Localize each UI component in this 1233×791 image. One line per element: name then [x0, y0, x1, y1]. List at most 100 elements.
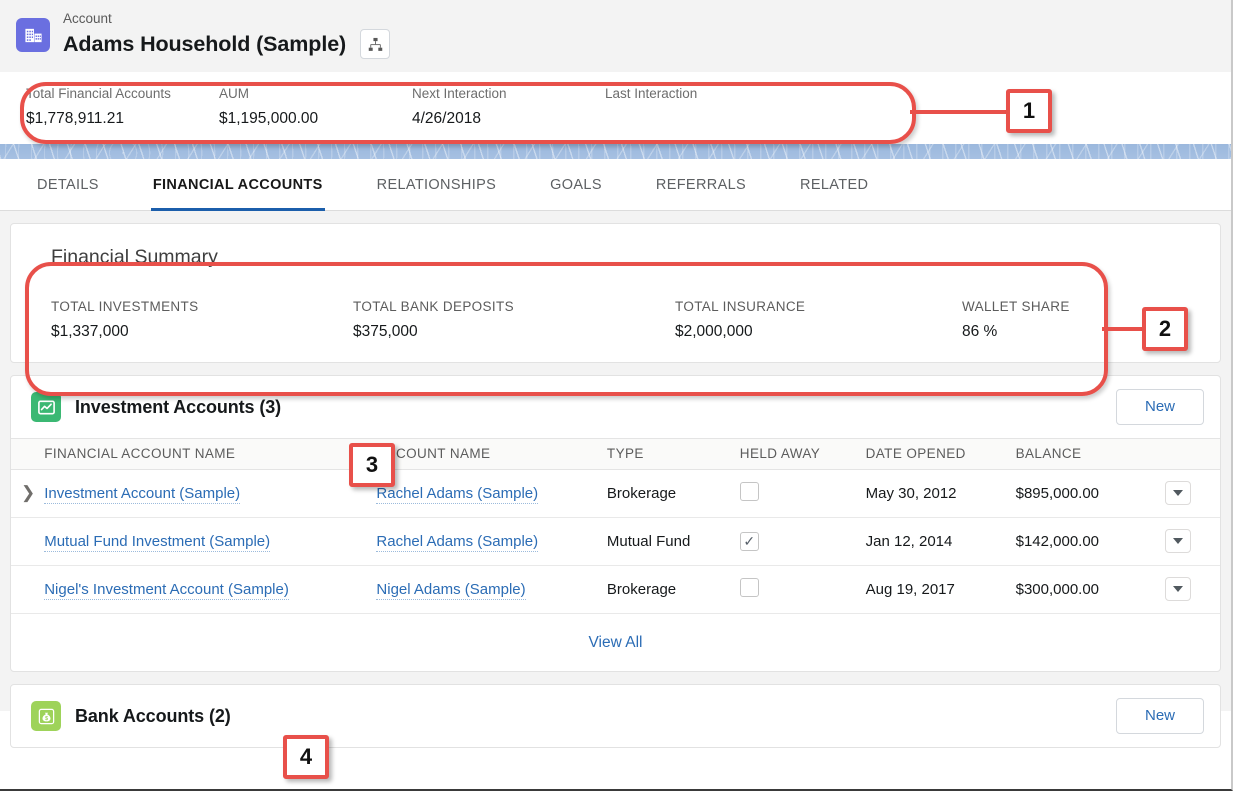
highlight-field-last-interaction: Last Interaction: [605, 84, 798, 144]
new-bank-account-button[interactable]: New: [1116, 698, 1204, 734]
chevron-down-icon: [1173, 538, 1183, 544]
record-header: Account Adams Household (Sample): [0, 0, 1231, 72]
row-actions-button[interactable]: [1165, 481, 1191, 505]
cell-date-opened: May 30, 2012: [866, 470, 1016, 518]
link-account-name[interactable]: Rachel Adams (Sample): [376, 533, 538, 552]
summary-value: $1,337,000: [51, 321, 353, 342]
row-expand-cell: [11, 518, 44, 566]
held-away-checkbox[interactable]: [740, 482, 759, 501]
highlight-label: Last Interaction: [605, 84, 798, 103]
highlight-field-total-financial-accounts: Total Financial Accounts $1,778,911.21: [26, 84, 219, 144]
tab-goals[interactable]: GOALS: [550, 159, 602, 211]
summary-item-total-insurance: TOTAL INSURANCE $2,000,000: [675, 298, 962, 342]
app-window: Account Adams Household (Sample): [0, 0, 1233, 791]
column-type[interactable]: TYPE: [607, 439, 740, 470]
decorative-band: [0, 144, 1231, 159]
cell-held-away: [740, 566, 866, 614]
investment-accounts-table: FINANCIAL ACCOUNT NAME ACCOUNT NAME TYPE…: [11, 438, 1220, 614]
link-financial-account-name[interactable]: Nigel's Investment Account (Sample): [44, 581, 289, 600]
link-financial-account-name[interactable]: Investment Account (Sample): [44, 485, 240, 504]
money-bag-icon: $: [31, 701, 61, 731]
table-header: FINANCIAL ACCOUNT NAME ACCOUNT NAME TYPE…: [11, 439, 1220, 470]
summary-label: TOTAL INSURANCE: [675, 298, 962, 316]
table-body: ❯ Investment Account (Sample) Rachel Ada…: [11, 470, 1220, 614]
cell-row-actions: [1165, 566, 1220, 614]
highlight-label: Total Financial Accounts: [26, 84, 219, 103]
cell-date-opened: Jan 12, 2014: [866, 518, 1016, 566]
tab-relationships[interactable]: RELATIONSHIPS: [377, 159, 497, 211]
bank-accounts-card: $ Bank Accounts (2) New: [10, 684, 1221, 748]
investment-chart-icon: [31, 392, 61, 422]
cell-type: Mutual Fund: [607, 518, 740, 566]
record-type-label: Account: [63, 10, 390, 28]
summary-item-wallet-share: WALLET SHARE 86 %: [962, 298, 1142, 342]
summary-value: $2,000,000: [675, 321, 962, 342]
tab-referrals[interactable]: REFERRALS: [656, 159, 746, 211]
summary-value: 86 %: [962, 321, 1142, 342]
column-expand: [11, 439, 44, 470]
tab-related[interactable]: RELATED: [800, 159, 868, 211]
summary-value: $375,000: [353, 321, 675, 342]
financial-summary-grid: TOTAL INVESTMENTS $1,337,000 TOTAL BANK …: [11, 298, 1220, 342]
table-row: Mutual Fund Investment (Sample) Rachel A…: [11, 518, 1220, 566]
cell-row-actions: [1165, 470, 1220, 518]
highlight-value: $1,778,911.21: [26, 108, 219, 129]
column-financial-account-name[interactable]: FINANCIAL ACCOUNT NAME: [44, 439, 376, 470]
hierarchy-button[interactable]: [360, 29, 390, 59]
row-expand-cell: ❯: [11, 470, 44, 518]
main-content: Financial Summary TOTAL INVESTMENTS $1,3…: [0, 211, 1231, 711]
column-date-opened[interactable]: DATE OPENED: [866, 439, 1016, 470]
highlight-label: AUM: [219, 84, 412, 103]
bank-accounts-header: $ Bank Accounts (2) New: [11, 685, 1220, 747]
highlight-value: 4/26/2018: [412, 108, 605, 129]
cell-financial-account-name: Mutual Fund Investment (Sample): [44, 518, 376, 566]
chevron-down-icon: [1173, 490, 1183, 496]
cell-type: Brokerage: [607, 566, 740, 614]
page-title: Adams Household (Sample): [63, 30, 346, 58]
view-all-link[interactable]: View All: [589, 634, 643, 652]
cell-financial-account-name: Investment Account (Sample): [44, 470, 376, 518]
held-away-checkbox[interactable]: ✓: [740, 532, 759, 551]
row-actions-button[interactable]: [1165, 577, 1191, 601]
cell-type: Brokerage: [607, 470, 740, 518]
link-account-name[interactable]: Nigel Adams (Sample): [376, 581, 525, 600]
summary-item-total-bank-deposits: TOTAL BANK DEPOSITS $375,000: [353, 298, 675, 342]
table-header-row: FINANCIAL ACCOUNT NAME ACCOUNT NAME TYPE…: [11, 439, 1220, 470]
highlight-field-next-interaction: Next Interaction 4/26/2018: [412, 84, 605, 144]
investment-accounts-card: Investment Accounts (3) New FINANCIAL AC…: [10, 375, 1221, 672]
record-title-row: Adams Household (Sample): [63, 29, 390, 59]
cell-held-away: ✓: [740, 518, 866, 566]
svg-text:$: $: [45, 715, 48, 721]
tab-details[interactable]: DETAILS: [37, 159, 99, 211]
column-account-name[interactable]: ACCOUNT NAME: [376, 439, 607, 470]
view-all-row: View All: [11, 614, 1220, 671]
column-actions: [1165, 439, 1220, 470]
financial-summary-title: Financial Summary: [11, 244, 1220, 270]
check-icon: ✓: [743, 534, 755, 548]
cell-balance: $895,000.00: [1016, 470, 1165, 518]
summary-label: WALLET SHARE: [962, 298, 1142, 316]
column-held-away[interactable]: HELD AWAY: [740, 439, 866, 470]
chevron-right-icon[interactable]: ❯: [11, 484, 35, 501]
summary-label: TOTAL BANK DEPOSITS: [353, 298, 675, 316]
row-expand-cell: [11, 566, 44, 614]
table-row: Nigel's Investment Account (Sample) Nige…: [11, 566, 1220, 614]
tab-financial-accounts[interactable]: FINANCIAL ACCOUNTS: [153, 159, 323, 211]
link-account-name[interactable]: Rachel Adams (Sample): [376, 485, 538, 504]
cell-balance: $300,000.00: [1016, 566, 1165, 614]
tab-bar: DETAILS FINANCIAL ACCOUNTS RELATIONSHIPS…: [0, 159, 1231, 211]
link-financial-account-name[interactable]: Mutual Fund Investment (Sample): [44, 533, 270, 552]
cell-financial-account-name: Nigel's Investment Account (Sample): [44, 566, 376, 614]
summary-label: TOTAL INVESTMENTS: [51, 298, 353, 316]
new-investment-account-button[interactable]: New: [1116, 389, 1204, 425]
bank-accounts-title: Bank Accounts (2): [75, 706, 231, 727]
cell-account-name: Rachel Adams (Sample): [376, 518, 607, 566]
cell-held-away: [740, 470, 866, 518]
held-away-checkbox[interactable]: [740, 578, 759, 597]
row-actions-button[interactable]: [1165, 529, 1191, 553]
cell-date-opened: Aug 19, 2017: [866, 566, 1016, 614]
record-header-text: Account Adams Household (Sample): [63, 8, 390, 59]
highlight-value: $1,195,000.00: [219, 108, 412, 129]
column-balance[interactable]: BALANCE: [1016, 439, 1165, 470]
hierarchy-icon: [368, 37, 383, 52]
